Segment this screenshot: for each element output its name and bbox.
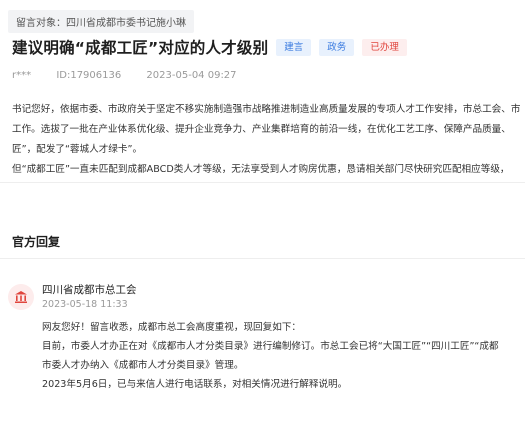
reply-body: 网友您好！留言收悉，成都市总工会高度重视，现回复如下： 目前，市委人才办正在对《… xyxy=(42,318,525,394)
message-body: 书记您好，依据市委、市政府关于坚定不移实施制造强市战略推进制造业高质量发展的专项… xyxy=(12,100,525,180)
tag-suggestion[interactable]: 建言 xyxy=(276,38,312,56)
reply-line: 2023年5月6日，已与来信人进行电话联系，对相关情况进行解释说明。 xyxy=(42,379,348,390)
body-line: 工作。选拔了一批在产业体系优化级、提升企业竞争力、产业集群培育的前沿一线，在优化… xyxy=(12,124,511,135)
message-datetime: 2023-05-04 09:27 xyxy=(146,70,237,81)
official-reply-heading: 官方回复 xyxy=(12,235,61,249)
page-title: 建议明确“成都工匠”对应的人才级别 xyxy=(12,39,269,57)
body-line: 书记您好，依据市委、市政府关于坚定不移实施制造强市战略推进制造业高质量发展的专项… xyxy=(12,104,521,115)
reply-line: 市委人才办纳入《成都市人才分类目录》管理。 xyxy=(42,360,244,371)
target-value[interactable]: 四川省成都市委书记施小琳 xyxy=(66,18,186,29)
reply-line: 目前，市委人才办正在对《成都市人才分类目录》进行编制修订。市总工会已将“大国工匠… xyxy=(42,341,499,352)
body-line: 但“成都工匠”一直未匹配到成都ABCD类人才等级，无法享受到人才购房优惠，恳请相… xyxy=(12,164,510,175)
reply-heading-divider xyxy=(0,258,525,259)
title-row: 建议明确“成都工匠”对应的人才级别 建言 政务 已办理 xyxy=(12,36,407,58)
message-id: ID:17906136 xyxy=(56,70,122,81)
tag-status-processed: 已办理 xyxy=(362,38,407,56)
reply-datetime: 2023-05-18 11:33 xyxy=(42,299,128,310)
tag-government-affairs[interactable]: 政务 xyxy=(319,38,355,56)
reply-line: 网友您好！留言收悉，成都市总工会高度重视，现回复如下： xyxy=(42,322,302,333)
body-line: 匠”，配发了“蓉城人才绿卡”。 xyxy=(12,144,143,155)
target-label: 留言对象： xyxy=(16,18,66,29)
author-name: r*** xyxy=(12,70,32,81)
message-target-chip: 留言对象：四川省成都市委书记施小琳 xyxy=(8,10,194,33)
government-building-icon xyxy=(8,284,34,310)
reply-org-name: 四川省成都市总工会 xyxy=(42,284,137,296)
message-meta: r*** ID:17906136 2023-05-04 09:27 xyxy=(12,70,259,81)
section-divider xyxy=(0,182,525,183)
